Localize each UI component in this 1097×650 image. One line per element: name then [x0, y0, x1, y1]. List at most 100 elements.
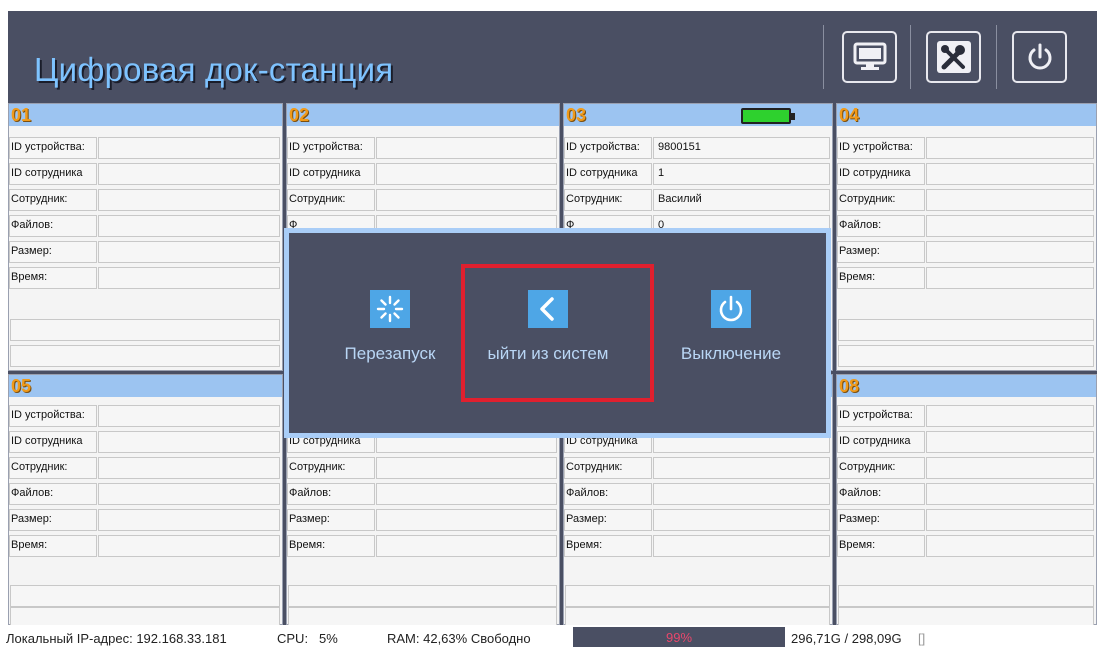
- row-value: [376, 483, 557, 505]
- slot-blank-row: [838, 319, 1094, 341]
- slot-row: ID сотрудника: [9, 163, 282, 185]
- slot-row: ID устройства:: [287, 137, 559, 159]
- slot-row: Размер:: [564, 509, 832, 531]
- row-value: [98, 163, 280, 185]
- row-value: [926, 509, 1094, 531]
- row-value: [376, 137, 557, 159]
- row-value: [376, 509, 557, 531]
- row-label: Сотрудник:: [287, 457, 375, 479]
- cpu-label: CPU:: [277, 631, 309, 646]
- slot-header: 03: [564, 104, 832, 126]
- row-value: [926, 431, 1094, 453]
- slot-number: 03: [566, 105, 587, 125]
- row-label: ID сотрудника: [287, 163, 375, 185]
- ram-status: RAM: 42,63% Свободно: [387, 631, 531, 646]
- display-button[interactable]: [842, 31, 897, 83]
- row-label: Сотрудник:: [9, 457, 97, 479]
- row-label: Размер:: [564, 509, 652, 531]
- row-label: ID устройства:: [837, 137, 925, 159]
- cpu-value: 5%: [319, 631, 338, 646]
- row-value: [98, 137, 280, 159]
- row-label: Файлов:: [287, 483, 375, 505]
- battery-icon: [741, 108, 795, 124]
- slot-row: Файлов:: [837, 483, 1096, 505]
- row-label: ID устройства:: [9, 405, 97, 427]
- slot-row: Файлов:: [9, 483, 282, 505]
- settings-button[interactable]: [926, 31, 981, 83]
- slot-row: Сотрудник:: [837, 457, 1096, 479]
- slot-blank-row: [10, 345, 280, 367]
- slot-blank-row: [565, 585, 830, 607]
- row-label: Размер:: [9, 509, 97, 531]
- power-icon: [711, 290, 751, 328]
- row-label: Сотрудник:: [9, 189, 97, 211]
- row-value: [98, 457, 280, 479]
- row-label: Время:: [564, 535, 652, 557]
- slot-row: ID сотрудника: [287, 163, 559, 185]
- row-value: [376, 163, 557, 185]
- row-value: [926, 483, 1094, 505]
- slot-row: Сотрудник:: [837, 189, 1096, 211]
- row-value: [926, 189, 1094, 211]
- row-value: [926, 535, 1094, 557]
- row-label: Файлов:: [9, 215, 97, 237]
- disk-suffix: []: [918, 631, 926, 646]
- row-value: [653, 509, 830, 531]
- row-value: 1: [653, 163, 830, 185]
- row-label: Время:: [837, 267, 925, 289]
- row-label: Сотрудник:: [564, 457, 652, 479]
- row-value: [376, 189, 557, 211]
- row-value: [653, 457, 830, 479]
- shutdown-option[interactable]: Выключение: [651, 290, 811, 380]
- row-label: ID устройства:: [837, 405, 925, 427]
- row-label: ID сотрудника: [837, 431, 925, 453]
- row-label: Размер:: [9, 241, 97, 263]
- row-label: Время:: [287, 535, 375, 557]
- header-separator: [996, 25, 997, 89]
- status-bar: Локальный IP-адрес: 192.168.33.181 CPU: …: [0, 625, 1097, 650]
- slot-row: Размер:: [9, 509, 282, 531]
- dock-slot-08[interactable]: 08 ID устройства: ID сотрудника Сотрудни…: [836, 374, 1097, 629]
- restart-option[interactable]: Перезапуск: [315, 290, 465, 380]
- app-title: Цифровая док-станция: [34, 51, 394, 88]
- row-label: Файлов:: [837, 215, 925, 237]
- monitor-icon: [853, 42, 886, 70]
- slot-row: Сотрудник:: [9, 189, 282, 211]
- power-button[interactable]: [1012, 31, 1067, 83]
- dock-slot-05[interactable]: 05 ID устройства: ID сотрудника Сотрудни…: [8, 374, 283, 629]
- row-value: [926, 215, 1094, 237]
- slot-row: ID сотрудника 1: [564, 163, 832, 185]
- slot-row: Время:: [287, 535, 559, 557]
- row-label: Сотрудник:: [564, 189, 652, 211]
- dock-slot-01[interactable]: 01 ID устройства: ID сотрудника Сотрудни…: [8, 103, 283, 371]
- slot-row: Сотрудник: Василий: [564, 189, 832, 211]
- row-label: Сотрудник:: [837, 189, 925, 211]
- slot-row: ID устройства:: [837, 137, 1096, 159]
- row-label: ID устройства:: [564, 137, 652, 159]
- row-value: [98, 241, 280, 263]
- shutdown-label: Выключение: [680, 344, 782, 363]
- slot-blank-row: [838, 585, 1094, 607]
- slot-number: 05: [11, 376, 32, 396]
- slot-row: Сотрудник:: [564, 457, 832, 479]
- row-label: Размер:: [837, 509, 925, 531]
- slot-blank-row: [10, 585, 280, 607]
- dock-slot-04[interactable]: 04 ID устройства: ID сотрудника Сотрудни…: [836, 103, 1097, 371]
- slot-header: 05: [9, 375, 282, 397]
- row-value: [653, 483, 830, 505]
- row-value: [926, 405, 1094, 427]
- row-label: Время:: [837, 535, 925, 557]
- header: Цифровая док-станция: [8, 11, 1097, 103]
- row-label: Файлов:: [837, 483, 925, 505]
- logout-highlight-frame: [461, 264, 654, 402]
- row-value: [98, 431, 280, 453]
- row-value: [98, 189, 280, 211]
- row-value: [98, 215, 280, 237]
- slot-blank-row: [10, 319, 280, 341]
- slot-row: Размер:: [287, 509, 559, 531]
- slot-row: ID сотрудника: [837, 431, 1096, 453]
- row-value: [98, 267, 280, 289]
- row-value: [926, 241, 1094, 263]
- slot-row: ID сотрудника: [837, 163, 1096, 185]
- row-value: [926, 163, 1094, 185]
